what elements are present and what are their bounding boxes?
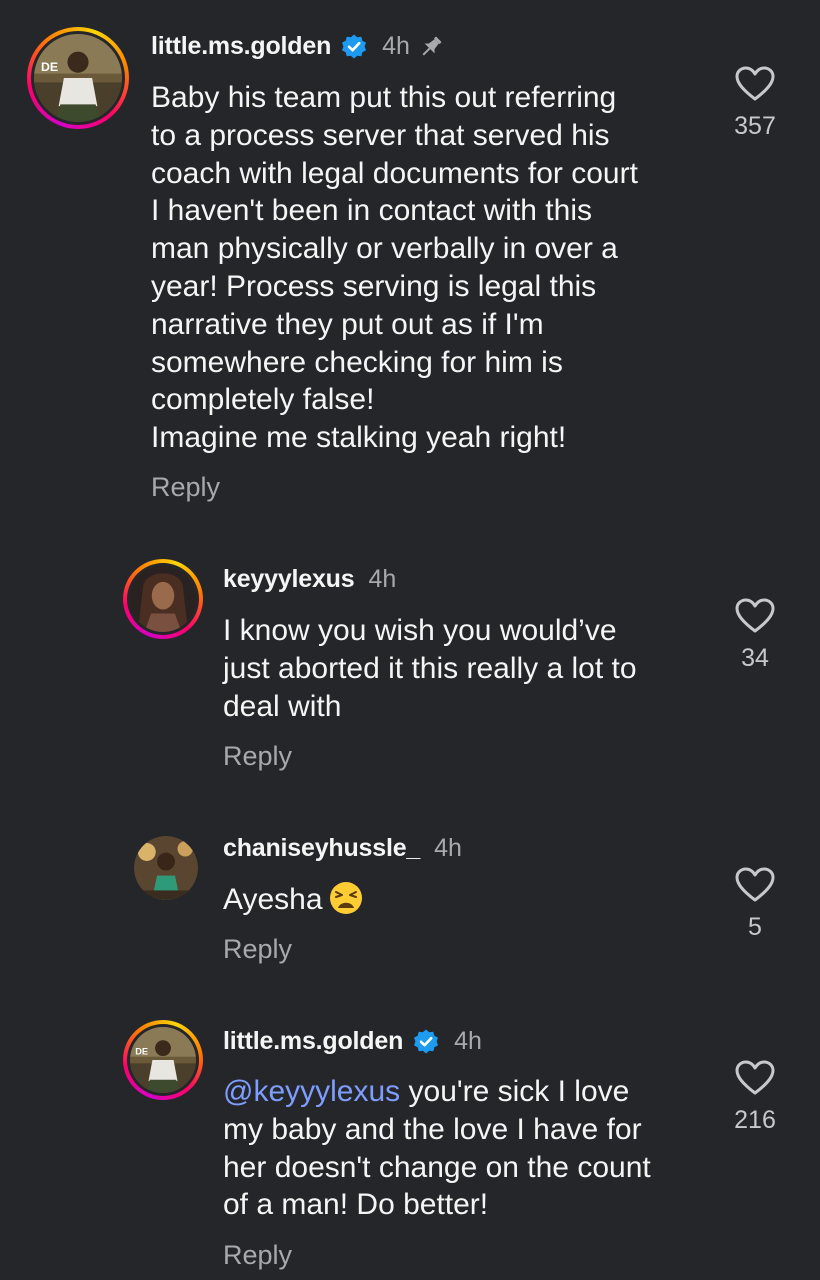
avatar-photo: DE xyxy=(130,1027,196,1093)
comment-text: I know you wish you would’ve just aborte… xyxy=(223,614,637,723)
like-control: 216 xyxy=(715,1060,795,1135)
heart-icon[interactable] xyxy=(735,1060,775,1096)
username[interactable]: little.ms.golden xyxy=(151,32,331,61)
comment-text-content: Ayesha xyxy=(223,883,323,916)
like-control: 34 xyxy=(715,598,795,673)
username[interactable]: chaniseyhussle_ xyxy=(223,834,420,863)
heart-icon[interactable] xyxy=(735,598,775,634)
avatar[interactable] xyxy=(123,559,203,639)
timestamp: 4h xyxy=(454,1027,482,1055)
pin-icon xyxy=(418,34,444,60)
timestamp: 4h xyxy=(368,565,397,593)
timestamp: 4h xyxy=(382,32,410,60)
verified-badge-icon xyxy=(412,1028,440,1056)
reply-button[interactable]: Reply xyxy=(223,741,292,772)
avatar-photo xyxy=(130,566,196,632)
timestamp: 4h xyxy=(434,834,462,862)
verified-badge-icon xyxy=(340,33,368,61)
avatar-photo xyxy=(134,836,198,900)
reply-button[interactable]: Reply xyxy=(151,472,220,503)
comment-text: Ayesha xyxy=(223,881,703,919)
like-count: 216 xyxy=(734,1106,776,1134)
comment-text: @keyyylexus you're sick I love my baby a… xyxy=(223,1073,703,1224)
reply-button[interactable]: Reply xyxy=(223,1240,292,1271)
like-count: 357 xyxy=(734,112,776,140)
like-count: 5 xyxy=(748,913,762,941)
like-count: 34 xyxy=(741,644,769,672)
mention-link[interactable]: @keyyylexus xyxy=(223,1075,400,1108)
comment-text: Baby his team put this out referring to … xyxy=(151,81,638,455)
like-control: 357 xyxy=(715,66,795,141)
avatar[interactable]: DE xyxy=(123,1020,203,1100)
weary-face-emoji xyxy=(329,882,362,914)
avatar[interactable]: DE xyxy=(27,27,129,129)
username[interactable]: little.ms.golden xyxy=(223,1027,403,1056)
heart-icon[interactable] xyxy=(735,66,775,102)
svg-text:DE: DE xyxy=(135,1047,148,1057)
svg-text:DE: DE xyxy=(41,60,58,74)
reply-button[interactable]: Reply xyxy=(223,934,292,965)
avatar-photo: DE xyxy=(34,34,122,122)
avatar[interactable] xyxy=(134,836,198,900)
username[interactable]: keyyylexus xyxy=(223,565,355,594)
heart-icon[interactable] xyxy=(735,867,775,903)
like-control: 5 xyxy=(715,867,795,942)
